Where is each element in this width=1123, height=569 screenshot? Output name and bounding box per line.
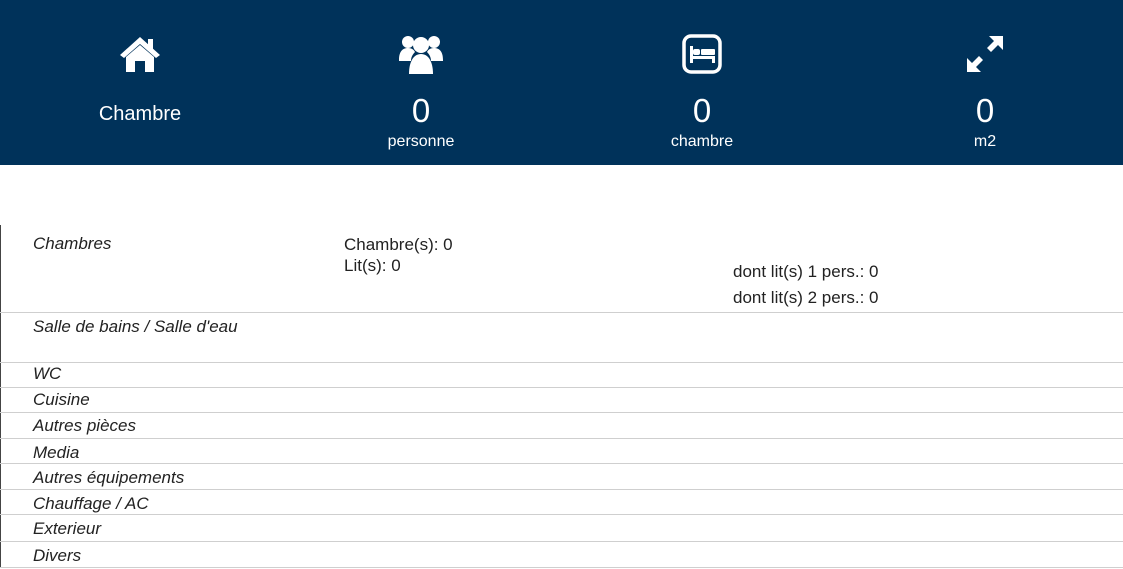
section-label: Chauffage / AC (33, 494, 149, 513)
table-row-chambres: Chambres Chambre(s): 0 Lit(s): 0 dont li… (0, 225, 1123, 312)
beds-double-value: dont lit(s) 2 pers.: 0 (733, 288, 879, 307)
persons-count: 0 (411, 92, 431, 129)
stat-room: Chambre (30, 0, 250, 165)
area-unit: m2 (973, 133, 997, 150)
row-divider (0, 567, 1123, 568)
table-row-wc: WC (0, 363, 1123, 387)
room-label: Chambre (98, 103, 182, 125)
rooms-count: 0 (692, 92, 712, 129)
table-row-kitchen: Cuisine (0, 388, 1123, 412)
table-row-exterior: Exterieur (0, 515, 1123, 541)
table-row-other-equipment: Autres équipements (0, 464, 1123, 489)
table-row-media: Media (0, 439, 1123, 463)
persons-unit: personne (387, 133, 455, 150)
section-label: Exterieur (33, 519, 102, 538)
section-label: Autres équipements (33, 468, 185, 487)
table-row-misc: Divers (0, 542, 1123, 567)
stat-area: 0 m2 (875, 0, 1095, 165)
table-row-bathroom: Salle de bains / Salle d'eau (0, 313, 1123, 362)
section-label: Autres pièces (33, 416, 136, 435)
section-label: Cuisine (33, 390, 90, 409)
stat-rooms: 0 chambre (592, 0, 812, 165)
section-label: Divers (33, 546, 82, 565)
section-label: Media (33, 443, 80, 462)
section-label: Salle de bains / Salle d'eau (33, 317, 238, 336)
summary-header: Chambre 0 personne 0 chambre 0 m2 (0, 0, 1123, 165)
stat-persons: 0 personne (311, 0, 531, 165)
section-label: Chambres (33, 234, 112, 253)
expand-arrows-icon (965, 33, 1005, 75)
table-row-heating: Chauffage / AC (0, 490, 1123, 514)
bed-icon (682, 33, 722, 75)
beds-single-value: dont lit(s) 1 pers.: 0 (733, 262, 879, 281)
rooms-unit: chambre (670, 133, 734, 150)
beds-value: Lit(s): 0 (344, 256, 401, 275)
home-icon (118, 33, 162, 75)
area-count: 0 (975, 92, 995, 129)
section-label: WC (33, 364, 62, 383)
users-icon (398, 33, 444, 75)
table-row-other-rooms: Autres pièces (0, 413, 1123, 438)
rooms-value: Chambre(s): 0 (344, 235, 453, 254)
